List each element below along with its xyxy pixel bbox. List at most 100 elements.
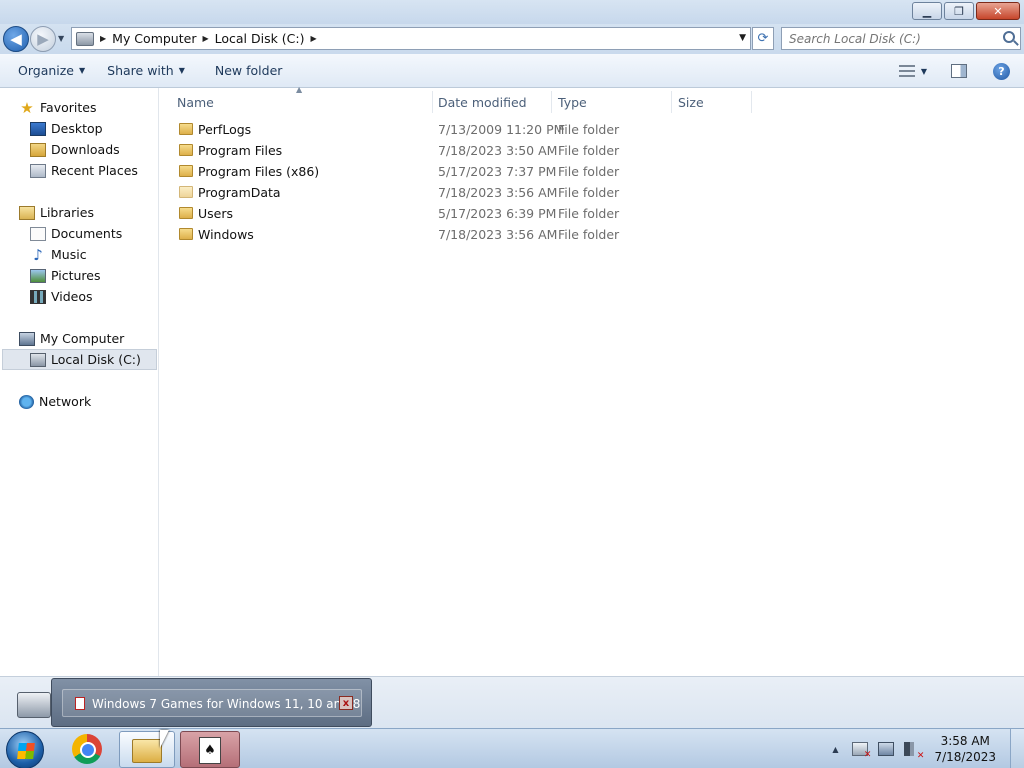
network-icon	[19, 394, 34, 409]
share-with-button[interactable]: Share with ▼	[107, 63, 185, 78]
sidebar-item-label: Pictures	[51, 268, 101, 283]
thumbnail-close-button[interactable]: x	[339, 696, 353, 710]
pictures-icon	[30, 268, 46, 283]
file-row-windows[interactable]: Windows 7/18/2023 3:56 AM File folder	[175, 225, 755, 245]
file-type: File folder	[558, 122, 620, 137]
column-header-size[interactable]: Size	[672, 91, 752, 113]
file-row-program-files-x86[interactable]: Program Files (x86) 5/17/2023 7:37 PM Fi…	[175, 162, 755, 182]
new-folder-button[interactable]: New folder	[215, 63, 283, 78]
breadcrumb-separator-icon[interactable]: ▶	[202, 34, 208, 43]
window-controls: ▁ ❐ ✕	[912, 2, 1020, 20]
folder-icon	[179, 207, 193, 219]
forward-button[interactable]: ▶	[30, 26, 56, 52]
organize-button[interactable]: Organize ▼	[18, 63, 85, 78]
breadcrumb-my-computer[interactable]: My Computer	[112, 31, 196, 46]
search-input[interactable]	[782, 28, 992, 49]
navigation-pane: ★ Favorites Desktop Downloads Recent Pla…	[0, 88, 159, 676]
organize-label: Organize	[18, 63, 74, 78]
recent-pages-dropdown[interactable]: ▼	[58, 34, 64, 43]
sidebar-item-music[interactable]: ♪ Music	[30, 245, 86, 264]
address-bar[interactable]: ▶ My Computer ▶ Local Disk (C:) ▶ ▼	[71, 27, 751, 50]
music-icon: ♪	[33, 245, 43, 264]
column-header-type[interactable]: Type	[552, 91, 672, 113]
column-header-name[interactable]: Name	[171, 91, 433, 113]
solitaire-icon: ♠	[199, 737, 221, 764]
address-history-dropdown-icon[interactable]: ▼	[739, 33, 746, 43]
minimize-button[interactable]: ▁	[912, 2, 942, 20]
file-type: File folder	[558, 164, 620, 179]
drive-icon	[17, 692, 51, 718]
breadcrumb-local-disk[interactable]: Local Disk (C:)	[215, 31, 305, 46]
change-view-icon[interactable]	[898, 65, 915, 77]
clock-time: 3:58 AM	[940, 734, 990, 748]
sidebar-item-downloads[interactable]: Downloads	[30, 140, 120, 159]
close-button[interactable]: ✕	[976, 2, 1020, 20]
volume-muted-icon[interactable]	[904, 742, 924, 761]
sidebar-item-recent-places[interactable]: Recent Places	[30, 161, 138, 180]
sidebar-item-label: Desktop	[51, 121, 103, 136]
folder-icon	[179, 165, 193, 177]
file-date: 5/17/2023 7:37 PM	[438, 164, 557, 179]
chevron-down-icon: ▼	[79, 66, 86, 75]
show-hidden-icons-icon[interactable]: ▲	[832, 745, 838, 754]
sidebar-item-pictures[interactable]: Pictures	[30, 266, 101, 285]
back-button[interactable]: ◀	[3, 26, 29, 52]
maximize-button[interactable]: ❐	[944, 2, 974, 20]
show-desktop-button[interactable]	[1010, 729, 1024, 768]
file-date: 7/13/2009 11:20 PM	[438, 122, 565, 137]
clock[interactable]: 3:58 AM 7/18/2023	[934, 733, 996, 765]
sidebar-item-my-computer[interactable]: My Computer	[19, 329, 124, 348]
taskbar-solitaire-button[interactable]: ♠	[180, 731, 240, 768]
search-icon[interactable]	[1003, 31, 1015, 43]
file-name: Program Files (x86)	[198, 164, 320, 179]
navigation-bar: ◀ ▶ ▼ ▶ My Computer ▶ Local Disk (C:) ▶ …	[0, 24, 1024, 54]
taskbar-thumbnail-preview[interactable]: Windows 7 Games for Windows 11, 10 and 8…	[51, 678, 372, 727]
sidebar-item-network[interactable]: Network	[19, 392, 91, 411]
action-center-alert-icon[interactable]	[852, 742, 871, 760]
breadcrumb-separator-icon[interactable]: ▶	[311, 34, 317, 43]
command-bar: Organize ▼ Share with ▼ New folder ▼ ?	[0, 54, 1024, 88]
window-title-bar: ▁ ❐ ✕	[0, 0, 1024, 24]
windows-logo-icon	[17, 743, 35, 759]
hidden-folder-icon	[179, 186, 193, 198]
file-date: 5/17/2023 6:39 PM	[438, 206, 557, 221]
file-row-users[interactable]: Users 5/17/2023 6:39 PM File folder	[175, 204, 755, 224]
sidebar-item-label: Recent Places	[51, 163, 138, 178]
sidebar-item-videos[interactable]: Videos	[30, 287, 93, 306]
refresh-button[interactable]: ⟳	[752, 27, 774, 50]
file-list-pane: Name Date modified Type Size PerfLogs 7/…	[160, 88, 1024, 676]
file-name: ProgramData	[198, 185, 281, 200]
breadcrumb-separator-icon[interactable]: ▶	[100, 34, 106, 43]
preview-pane-icon[interactable]	[951, 64, 967, 78]
view-controls: ▼ ?	[898, 54, 1024, 88]
system-tray: ▲ 3:58 AM 7/18/2023	[832, 729, 1024, 768]
new-folder-label: New folder	[214, 63, 283, 78]
search-box[interactable]	[781, 27, 1021, 50]
sidebar-item-local-disk[interactable]: Local Disk (C:)	[2, 349, 157, 370]
start-button[interactable]	[6, 731, 44, 768]
sidebar-item-desktop[interactable]: Desktop	[30, 119, 103, 138]
sidebar-item-label: Downloads	[51, 142, 120, 157]
mouse-cursor-icon	[160, 730, 169, 748]
computer-icon	[19, 331, 35, 346]
file-name: Windows	[198, 227, 254, 242]
view-options-chevron-icon[interactable]: ▼	[921, 67, 927, 76]
chrome-icon	[72, 734, 102, 764]
network-status-icon[interactable]	[878, 742, 895, 756]
file-row-perflogs[interactable]: PerfLogs 7/13/2009 11:20 PM File folder	[175, 120, 755, 140]
taskbar-chrome-button[interactable]	[66, 731, 110, 768]
file-row-program-files[interactable]: Program Files 7/18/2023 3:50 AM File fol…	[175, 141, 755, 161]
computer-location-icon	[76, 31, 94, 46]
folder-icon	[179, 123, 193, 135]
sidebar-item-favorites[interactable]: ★ Favorites	[19, 98, 96, 117]
sidebar-item-label: Documents	[51, 226, 123, 241]
thumbnail-title[interactable]: Windows 7 Games for Windows 11, 10 and 8	[92, 697, 360, 711]
downloads-icon	[30, 142, 46, 157]
sidebar-item-documents[interactable]: Documents	[30, 224, 122, 243]
help-icon[interactable]: ?	[993, 62, 1010, 80]
column-header-date-modified[interactable]: Date modified	[432, 91, 552, 113]
drive-icon	[30, 352, 46, 367]
file-name: Users	[198, 206, 234, 221]
sidebar-item-libraries[interactable]: Libraries	[19, 203, 94, 222]
file-row-programdata[interactable]: ProgramData 7/18/2023 3:56 AM File folde…	[175, 183, 755, 203]
